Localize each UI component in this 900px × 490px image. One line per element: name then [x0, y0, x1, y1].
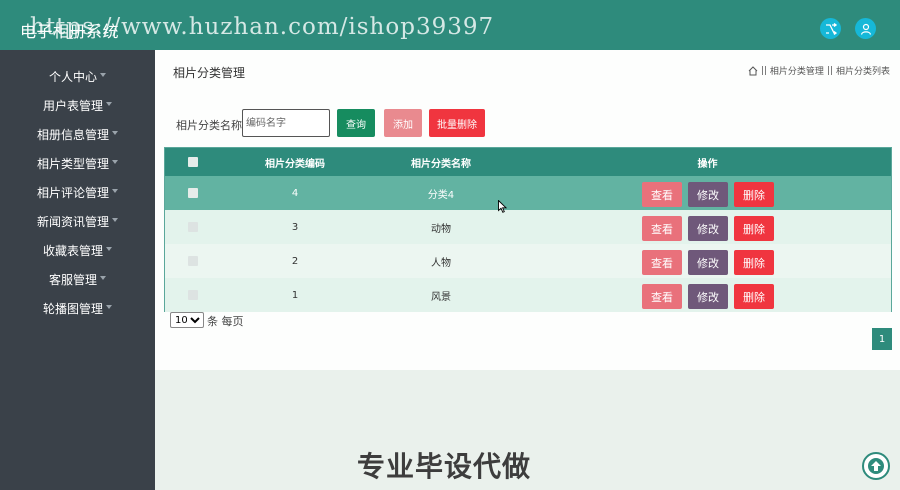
page-title: 相片分类管理	[173, 66, 246, 80]
caret-down-icon	[106, 246, 112, 251]
sidebar-item-label: 轮播图管理	[42, 302, 103, 316]
caret-down-icon	[112, 217, 118, 222]
row-checkbox[interactable]	[185, 278, 200, 312]
cell-code: 4	[291, 187, 299, 199]
sidebar-item-label: 相册信息管理	[36, 128, 109, 142]
sidebar: 个人中心 用户表管理 相册信息管理 相片类型管理 相片评论管理 新闻资讯管理 收…	[0, 50, 155, 490]
caret-down-icon	[100, 275, 106, 280]
home-icon[interactable]	[748, 65, 758, 76]
sidebar-item-photo-types[interactable]: 相片类型管理	[0, 149, 155, 178]
sidebar-item-albums[interactable]: 相册信息管理	[0, 120, 155, 149]
delete-button[interactable]: 删除	[734, 216, 774, 241]
sidebar-item-favorites[interactable]: 收藏表管理	[0, 236, 155, 265]
caret-down-icon	[112, 130, 118, 135]
cell-name: 风景	[431, 291, 451, 303]
sidebar-item-news[interactable]: 新闻资讯管理	[0, 207, 155, 236]
edit-button[interactable]: 修改	[688, 182, 728, 207]
column-header-code: 相片分类编码	[265, 158, 325, 170]
add-button[interactable]: 添加	[384, 109, 422, 137]
fullscreen-button[interactable]	[820, 18, 841, 39]
table-row: 2 人物 查看 修改 删除	[165, 244, 891, 278]
edit-button[interactable]: 修改	[688, 250, 728, 275]
main-content: 相片分类管理 || 相片分类管理 || 相片分类列表 相片分类名称 查询 添加 …	[155, 50, 900, 370]
table-row: 4 分类4 查看 修改 删除	[165, 176, 891, 210]
column-header-name: 相片分类名称	[411, 158, 471, 170]
sidebar-item-label: 个人中心	[48, 70, 97, 84]
delete-button[interactable]: 删除	[734, 284, 774, 309]
mouse-cursor-icon	[498, 200, 507, 213]
cell-code: 3	[291, 221, 299, 233]
shuffle-icon	[825, 22, 837, 35]
search-label: 相片分类名称	[176, 119, 242, 132]
cell-name: 人物	[431, 257, 451, 269]
edit-button[interactable]: 修改	[688, 216, 728, 241]
promo-text: 专业毕设代做	[357, 450, 532, 483]
checkbox-box	[187, 222, 198, 232]
delete-button[interactable]: 删除	[734, 182, 774, 207]
cell-name: 分类4	[427, 189, 455, 201]
table-row: 1 风景 查看 修改 删除	[165, 278, 891, 312]
query-button[interactable]: 查询	[337, 109, 375, 137]
breadcrumb-separator: ||	[760, 65, 767, 76]
user-icon	[860, 23, 871, 35]
footer-area: 专业毕设代做	[155, 370, 900, 490]
view-button[interactable]: 查看	[642, 250, 682, 275]
caret-down-icon	[106, 101, 112, 106]
checkbox-box	[187, 256, 198, 266]
view-button[interactable]: 查看	[642, 182, 682, 207]
view-button[interactable]: 查看	[642, 284, 682, 309]
sidebar-item-photo-comments[interactable]: 相片评论管理	[0, 178, 155, 207]
breadcrumb-separator: ||	[826, 65, 833, 76]
breadcrumb-item[interactable]: 相片分类管理	[770, 64, 824, 77]
delete-button[interactable]: 删除	[734, 250, 774, 275]
view-button[interactable]: 查看	[642, 216, 682, 241]
cell-code: 2	[291, 255, 299, 267]
row-checkbox[interactable]	[185, 244, 200, 278]
table-header: 相片分类编码 相片分类名称 操作	[165, 148, 891, 176]
scroll-top-button[interactable]	[862, 452, 890, 480]
checkbox-box	[187, 188, 198, 198]
row-checkbox[interactable]	[185, 210, 200, 244]
column-header-actions: 操作	[697, 158, 718, 170]
sidebar-item-users[interactable]: 用户表管理	[0, 91, 155, 120]
sidebar-item-carousel[interactable]: 轮播图管理	[0, 294, 155, 323]
edit-button[interactable]: 修改	[688, 284, 728, 309]
sidebar-item-customer-service[interactable]: 客服管理	[0, 265, 155, 294]
caret-down-icon	[106, 304, 112, 309]
sidebar-item-label: 用户表管理	[42, 99, 103, 113]
select-all-checkbox[interactable]	[185, 148, 200, 176]
sidebar-item-label: 相片评论管理	[36, 186, 109, 200]
row-checkbox[interactable]	[185, 176, 200, 210]
page-number-current[interactable]: 1	[872, 328, 892, 350]
caret-down-icon	[112, 188, 118, 193]
sidebar-item-label: 客服管理	[48, 273, 97, 287]
sidebar-item-label: 收藏表管理	[42, 244, 103, 258]
per-page-label: 条 每页	[207, 315, 244, 328]
cell-code: 1	[291, 289, 299, 301]
caret-down-icon	[112, 159, 118, 164]
top-bar: 电子相册系统 https://www.huzhan.com/ishop39397	[0, 0, 900, 50]
checkbox-box	[187, 157, 198, 167]
caret-down-icon	[100, 72, 106, 77]
app-title: 电子相册系统	[20, 22, 120, 41]
per-page-select[interactable]: 10	[170, 312, 204, 328]
breadcrumb-item: 相片分类列表	[835, 67, 890, 77]
arrow-up-icon	[868, 458, 884, 474]
sidebar-item-label: 相片类型管理	[36, 157, 109, 171]
cell-name: 动物	[431, 223, 451, 235]
checkbox-box	[187, 290, 198, 300]
sidebar-item-label: 新闻资讯管理	[36, 215, 109, 229]
user-menu-button[interactable]	[855, 18, 876, 39]
bulk-delete-button[interactable]: 批量删除	[429, 109, 485, 137]
sidebar-item-profile[interactable]: 个人中心	[0, 62, 155, 91]
table-row: 3 动物 查看 修改 删除	[165, 210, 891, 244]
search-input[interactable]	[242, 109, 330, 137]
category-table: 相片分类编码 相片分类名称 操作 4 分类4 查看 修改 删除 3 动物 查看 …	[164, 147, 892, 312]
breadcrumb: || 相片分类管理 || 相片分类列表	[748, 64, 890, 77]
